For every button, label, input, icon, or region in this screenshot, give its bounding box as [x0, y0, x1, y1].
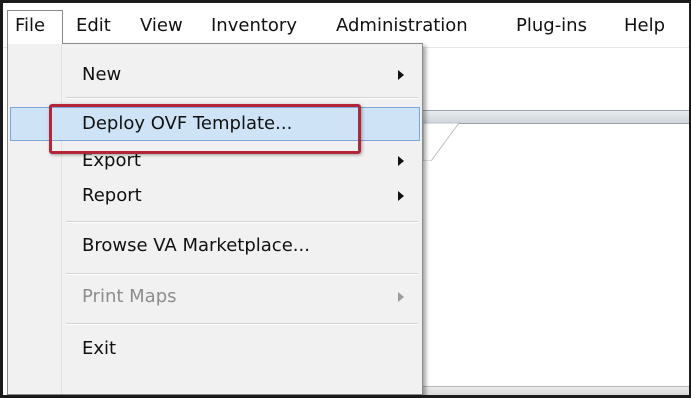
menu-item-new-label: New — [82, 64, 122, 85]
menu-separator — [66, 97, 418, 99]
menu-edit[interactable]: Edit — [76, 15, 111, 37]
menu-item-report-label: Report — [82, 185, 142, 206]
menu-item-print-maps-label: Print Maps — [82, 286, 177, 307]
menu-view[interactable]: View — [140, 15, 183, 37]
application-window: File Edit View Inventory Administration … — [0, 0, 691, 398]
menu-separator — [66, 323, 418, 325]
menu-separator — [66, 221, 418, 223]
menu-item-deploy-ovf-template[interactable]: Deploy OVF Template... — [10, 107, 420, 141]
menu-item-new[interactable]: New — [10, 58, 420, 92]
menu-file-label: File — [15, 15, 46, 36]
menu-file[interactable]: File — [7, 10, 63, 44]
menu-bar: File Edit View Inventory Administration … — [3, 3, 689, 48]
menu-item-deploy-ovf-template-label: Deploy OVF Template... — [82, 113, 293, 134]
menu-item-exit-label: Exit — [82, 338, 117, 359]
file-menu-dropdown: New Deploy OVF Template... Export Report… — [7, 43, 423, 395]
menu-item-exit[interactable]: Exit — [10, 332, 420, 366]
toolbar-area — [423, 47, 689, 87]
menu-item-export[interactable]: Export — [10, 144, 420, 178]
menu-separator — [66, 273, 418, 275]
menu-help[interactable]: Help — [624, 15, 665, 37]
menu-plugins[interactable]: Plug-ins — [516, 15, 587, 37]
submenu-arrow-icon — [398, 156, 404, 166]
menu-inventory[interactable]: Inventory — [211, 15, 297, 37]
menu-item-export-label: Export — [82, 150, 141, 171]
menu-item-browse-va-marketplace-label: Browse VA Marketplace... — [82, 235, 310, 256]
submenu-arrow-icon — [398, 292, 404, 302]
pane-tab-edge — [423, 121, 463, 161]
menu-administration[interactable]: Administration — [336, 15, 468, 37]
submenu-arrow-icon — [398, 191, 404, 201]
submenu-arrow-icon — [398, 70, 404, 80]
menu-item-print-maps: Print Maps — [10, 280, 420, 314]
menu-item-browse-va-marketplace[interactable]: Browse VA Marketplace... — [10, 229, 420, 263]
menu-item-report[interactable]: Report — [10, 179, 420, 213]
status-bar — [423, 386, 689, 395]
